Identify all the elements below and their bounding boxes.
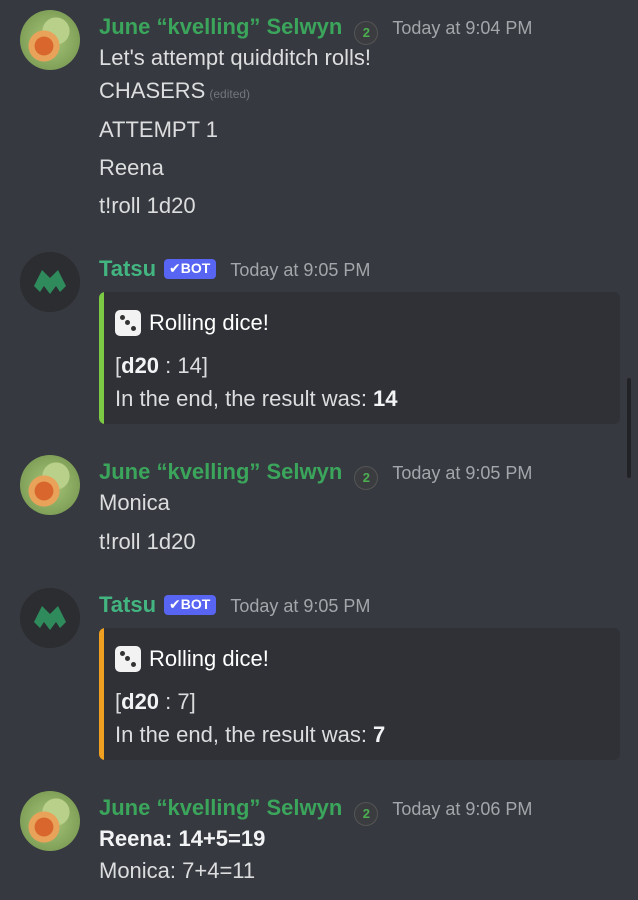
die-icon — [115, 310, 141, 336]
roll-line: [d20 : 14] — [115, 353, 208, 379]
slytherin-badge-icon: 2 — [354, 802, 379, 826]
username[interactable]: June “kvelling” Selwyn — [99, 459, 342, 485]
tatsu-logo-icon — [20, 252, 80, 312]
embed-accent-bar — [99, 628, 104, 760]
avatar[interactable] — [20, 455, 80, 515]
result-line: In the end, the result was: 7 — [115, 722, 385, 748]
embed-accent-bar — [99, 292, 104, 424]
message-line: Let's attempt quidditch rolls! — [99, 45, 372, 70]
message-line: Monica: 7+4=11 — [99, 858, 256, 883]
roll-separator: : — [159, 353, 178, 378]
result-prefix: In the end, the result was: — [115, 722, 374, 747]
avatar[interactable] — [20, 10, 80, 70]
message-line: Reena: 14+5=19 — [99, 826, 266, 851]
bot-tag: ✔BOT — [164, 595, 217, 615]
result-prefix: In the end, the result was: — [115, 386, 374, 411]
embed-title-text: Rolling dice! — [149, 646, 269, 671]
edited-label: (edited) — [209, 87, 251, 101]
result-line: In the end, the result was: 14 — [115, 386, 398, 412]
result-value: 14 — [373, 386, 398, 411]
roll-value: 7 — [177, 689, 190, 714]
embed-title-text: Rolling dice! — [149, 310, 269, 335]
timestamp: Today at 9:04 PM — [392, 18, 533, 38]
timestamp: Today at 9:05 PM — [230, 260, 371, 280]
message-line: t!roll 1d20 — [99, 529, 196, 554]
timestamp: Today at 9:05 PM — [392, 463, 533, 483]
roll-die: d20 — [121, 689, 160, 714]
avatar[interactable] — [20, 791, 80, 851]
roll-value: 14 — [177, 353, 202, 378]
bot-tag: ✔BOT — [164, 259, 217, 279]
username[interactable]: June “kvelling” Selwyn — [99, 14, 342, 40]
roll-suffix: ] — [189, 689, 196, 714]
timestamp: Today at 9:06 PM — [392, 799, 533, 819]
embed-title: Rolling dice! — [115, 646, 269, 672]
username[interactable]: Tatsu — [99, 256, 156, 282]
slytherin-badge-icon: 2 — [354, 21, 379, 45]
username[interactable]: Tatsu — [99, 592, 156, 618]
roll-separator: : — [159, 689, 178, 714]
tatsu-logo-icon — [20, 588, 80, 648]
message-line: CHASERS (edited) — [99, 78, 250, 104]
avatar[interactable] — [20, 252, 80, 312]
dice-embed: Rolling dice! [d20 : 7] In the end, the … — [99, 628, 620, 760]
username[interactable]: June “kvelling” Selwyn — [99, 795, 342, 821]
roll-die: d20 — [121, 353, 160, 378]
dice-embed: Rolling dice! [d20 : 14] In the end, the… — [99, 292, 620, 424]
message-text: CHASERS — [99, 78, 206, 103]
message-line: ATTEMPT 1 — [99, 117, 218, 142]
result-value: 7 — [373, 722, 386, 747]
roll-suffix: ] — [201, 353, 208, 378]
scrollbar[interactable] — [627, 378, 631, 478]
message-line: Reena — [99, 155, 164, 180]
roll-line: [d20 : 7] — [115, 689, 196, 715]
avatar[interactable] — [20, 588, 80, 648]
slytherin-badge-icon: 2 — [354, 466, 379, 490]
message-line: t!roll 1d20 — [99, 193, 196, 218]
message-line: Monica — [99, 490, 170, 515]
embed-title: Rolling dice! — [115, 310, 269, 336]
timestamp: Today at 9:05 PM — [230, 596, 371, 616]
die-icon — [115, 646, 141, 672]
